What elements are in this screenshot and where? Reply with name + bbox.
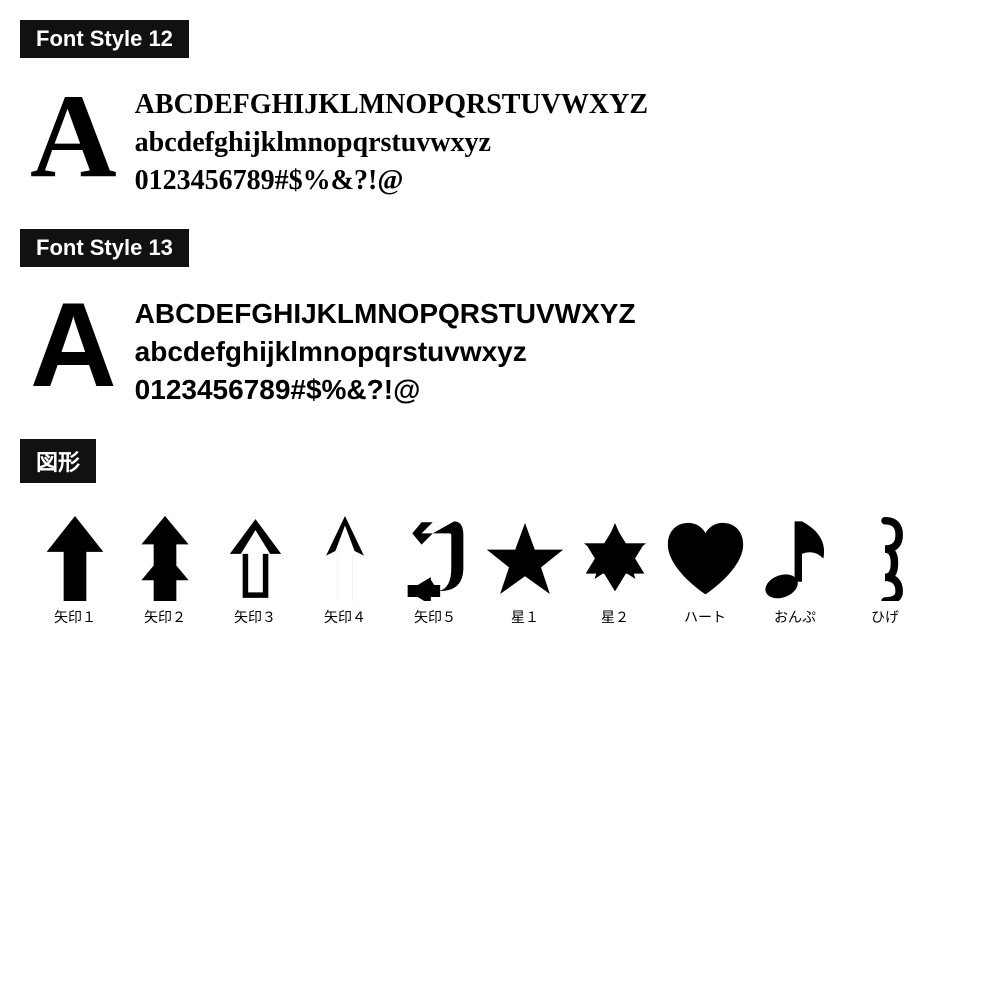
- hoshi1-label: 星１: [511, 607, 539, 627]
- font-style-12-label: Font Style 12: [20, 20, 189, 58]
- shape-hoshi2: 星２: [570, 511, 660, 627]
- hoshi2-icon: [575, 511, 655, 601]
- onpu-label: おんぷ: [774, 607, 816, 627]
- yajirushi4-icon: [325, 511, 365, 601]
- font-style-12-line-1: ABCDEFGHIJKLMNOPQRSTUVWXYZ: [135, 86, 648, 124]
- font-style-12-section: Font Style 12 A ABCDEFGHIJKLMNOPQRSTUVWX…: [20, 20, 980, 199]
- hige-icon: [866, 511, 904, 601]
- yajirushi5-label: 矢印５: [414, 607, 456, 627]
- shape-yajirushi2: 矢印２: [120, 511, 210, 627]
- shapes-label: 図形: [20, 439, 96, 483]
- shape-yajirushi4: 矢印４: [300, 511, 390, 627]
- shape-yajirushi1: 矢印１: [30, 511, 120, 627]
- font-style-13-big-letter: A: [30, 285, 117, 405]
- yajirushi1-icon: [45, 511, 105, 601]
- hoshi1-icon: [485, 511, 565, 601]
- font-style-12-line-3: 0123456789#$%&?!@: [135, 162, 648, 200]
- font-style-13-label: Font Style 13: [20, 229, 189, 267]
- hoshi2-label: 星２: [601, 607, 629, 627]
- heart-icon: [663, 511, 748, 601]
- yajirushi5-icon: [403, 511, 468, 601]
- font-style-13-line-1: ABCDEFGHIJKLMNOPQRSTUVWXYZ: [135, 295, 636, 333]
- shape-yajirushi5: 矢印５: [390, 511, 480, 627]
- shape-yajirushi3: 矢印３: [210, 511, 300, 627]
- shapes-row: 矢印１ 矢印２ 矢印３: [20, 501, 980, 627]
- yajirushi2-label: 矢印２: [144, 607, 186, 627]
- shape-hige: ひげ: [840, 511, 930, 627]
- onpu-icon: [763, 511, 828, 601]
- font-style-13-char-lines: ABCDEFGHIJKLMNOPQRSTUVWXYZ abcdefghijklm…: [135, 285, 636, 408]
- font-style-13-line-2: abcdefghijklmnopqrstuvwxyz: [135, 333, 636, 371]
- yajirushi2-icon: [135, 511, 195, 601]
- yajirushi1-label: 矢印１: [54, 607, 96, 627]
- font-style-13-demo: A ABCDEFGHIJKLMNOPQRSTUVWXYZ abcdefghijk…: [20, 285, 980, 408]
- font-style-13-section: Font Style 13 A ABCDEFGHIJKLMNOPQRSTUVWX…: [20, 229, 980, 408]
- yajirushi4-label: 矢印４: [324, 607, 366, 627]
- yajirushi3-label: 矢印３: [234, 607, 276, 627]
- hige-label: ひげ: [871, 607, 899, 627]
- yajirushi3-icon: [228, 511, 283, 601]
- shape-onpu: おんぷ: [750, 511, 840, 627]
- font-style-13-line-3: 0123456789#$%&?!@: [135, 371, 636, 409]
- font-style-12-char-lines: ABCDEFGHIJKLMNOPQRSTUVWXYZ abcdefghijklm…: [135, 76, 648, 199]
- font-style-12-big-letter: A: [30, 76, 117, 196]
- shape-hoshi1: 星１: [480, 511, 570, 627]
- font-style-12-demo: A ABCDEFGHIJKLMNOPQRSTUVWXYZ abcdefghijk…: [20, 76, 980, 199]
- shape-heart: ハート: [660, 511, 750, 627]
- font-style-12-line-2: abcdefghijklmnopqrstuvwxyz: [135, 124, 648, 162]
- heart-label: ハート: [684, 607, 726, 627]
- shapes-section: 図形 矢印１ 矢印２: [20, 439, 980, 627]
